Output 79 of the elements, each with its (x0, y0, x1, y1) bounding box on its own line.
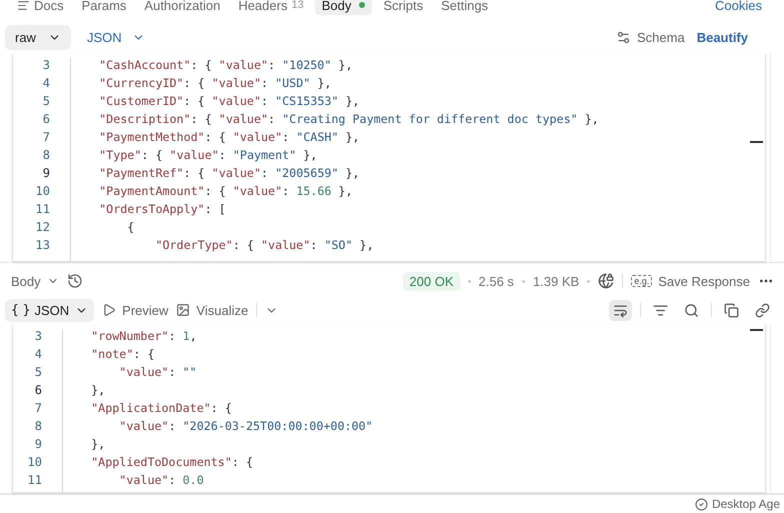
status-badge: 200 OK (403, 272, 460, 290)
visualize-button[interactable]: Visualize (176, 302, 248, 318)
scrollbar-marker (750, 141, 763, 143)
response-time: 2.56 s (478, 274, 514, 288)
code-line: "Type": { "value": "Payment" }, (98, 148, 318, 164)
code-line: "OrdersToApply": [ (98, 202, 227, 218)
code-line: "note": { (90, 347, 156, 363)
wrap-text-icon (613, 302, 628, 318)
request-tab[interactable]: Headers 13 (231, 0, 311, 14)
line-number: 3 (42, 58, 51, 74)
code-line: }, (90, 383, 106, 399)
line-number: 5 (34, 365, 43, 381)
play-icon (102, 303, 116, 317)
request-tab[interactable]: Authorization (137, 0, 228, 14)
line-number: 9 (42, 166, 51, 182)
line-number: 7 (34, 401, 43, 417)
line-number: 10 (34, 184, 51, 200)
code-line: "CurrencyID": { "value": "USD" }, (98, 76, 332, 92)
line-number: 11 (34, 202, 51, 218)
code-line: "value": 0.0 (118, 473, 205, 489)
code-editor[interactable]: 3 4 5 6 7 8 9 10 11 "rowNumber": 1, "note": { "value": "" }, "ApplicationDate": { "value": "2026-03-25T00:00:00+00:00" }, "AppliedToDocuments": { "value": 0.0 (12, 325, 766, 493)
scrollbar-marker (750, 329, 763, 331)
line-number: 11 (26, 473, 43, 489)
preview-button[interactable]: Preview (102, 302, 168, 318)
line-number: 6 (34, 383, 43, 399)
image-icon (176, 303, 190, 317)
line-number: 10 (26, 455, 43, 471)
language-dropdown[interactable]: JSON (80, 28, 151, 46)
line-number: 4 (34, 347, 43, 363)
line-number: 12 (34, 220, 51, 236)
code-line: "value": "" (118, 365, 198, 381)
globe-lock-icon[interactable] (598, 273, 614, 289)
save-response-button[interactable]: e.g. Save Response (631, 274, 750, 288)
code-editor[interactable] (12, 54, 766, 262)
code-line: "OrderType": { "value": "SO" }, (154, 238, 375, 254)
code-line: "Description": { "value": "Creating Payment for different doc types" }, (98, 112, 599, 128)
response-view-dropdown[interactable]: Body (11, 274, 59, 288)
code-line: }, (90, 437, 106, 453)
request-tab[interactable]: Body (314, 0, 372, 14)
link-icon (755, 302, 770, 318)
line-number: 5 (42, 94, 51, 110)
code-line: "PaymentAmount": { "value": 15.66 }, (98, 184, 354, 200)
filter-icon (653, 302, 668, 318)
code-line: "CashAccount": { "value": "10250" }, (98, 58, 354, 74)
beautify-button[interactable]: Beautify (696, 30, 748, 44)
code-line: "AppliedToDocuments": { (90, 455, 254, 471)
history-icon[interactable] (66, 273, 83, 289)
menu-icon (17, 0, 30, 12)
search-icon (684, 302, 699, 318)
line-number: 3 (34, 329, 43, 345)
copy-icon (724, 302, 739, 318)
line-number: 7 (42, 130, 51, 146)
code-line: "CustomerID": { "value": "CS15353" }, (98, 94, 361, 110)
cookies-link[interactable]: Cookies (715, 0, 762, 12)
code-line: "PaymentMethod": { "value": "CASH" }, (98, 130, 361, 146)
code-line: { (126, 220, 136, 236)
line-number: 8 (34, 419, 43, 435)
request-tab[interactable]: Params (74, 0, 134, 14)
status-dot (359, 2, 366, 8)
response-size: 1.39 KB (532, 274, 580, 288)
request-tab[interactable]: Docs (10, 0, 71, 14)
request-tab[interactable]: Settings (434, 0, 496, 14)
line-number: 9 (34, 437, 43, 453)
schema-button[interactable]: Schema (616, 30, 685, 44)
line-number: 4 (42, 76, 51, 92)
request-tab[interactable]: Scripts (376, 0, 430, 14)
sliders-icon (616, 30, 631, 44)
line-number: 8 (42, 148, 51, 164)
format-dropdown[interactable]: { } JSON (5, 298, 94, 322)
code-line: "value": "2026-03-25T00:00:00+00:00" (118, 419, 373, 435)
code-line: "PaymentRef": { "value": "2005659" }, (98, 166, 361, 182)
agent-status: Desktop Age (712, 497, 780, 511)
wrap-text-button[interactable] (609, 300, 632, 320)
code-line: "ApplicationDate": { (90, 401, 233, 417)
line-number: 6 (42, 112, 51, 128)
check-circle-icon (694, 498, 708, 510)
line-number: 13 (34, 238, 51, 254)
body-type-dropdown[interactable]: raw (5, 24, 71, 50)
code-line: "rowNumber": 1, (90, 329, 198, 345)
